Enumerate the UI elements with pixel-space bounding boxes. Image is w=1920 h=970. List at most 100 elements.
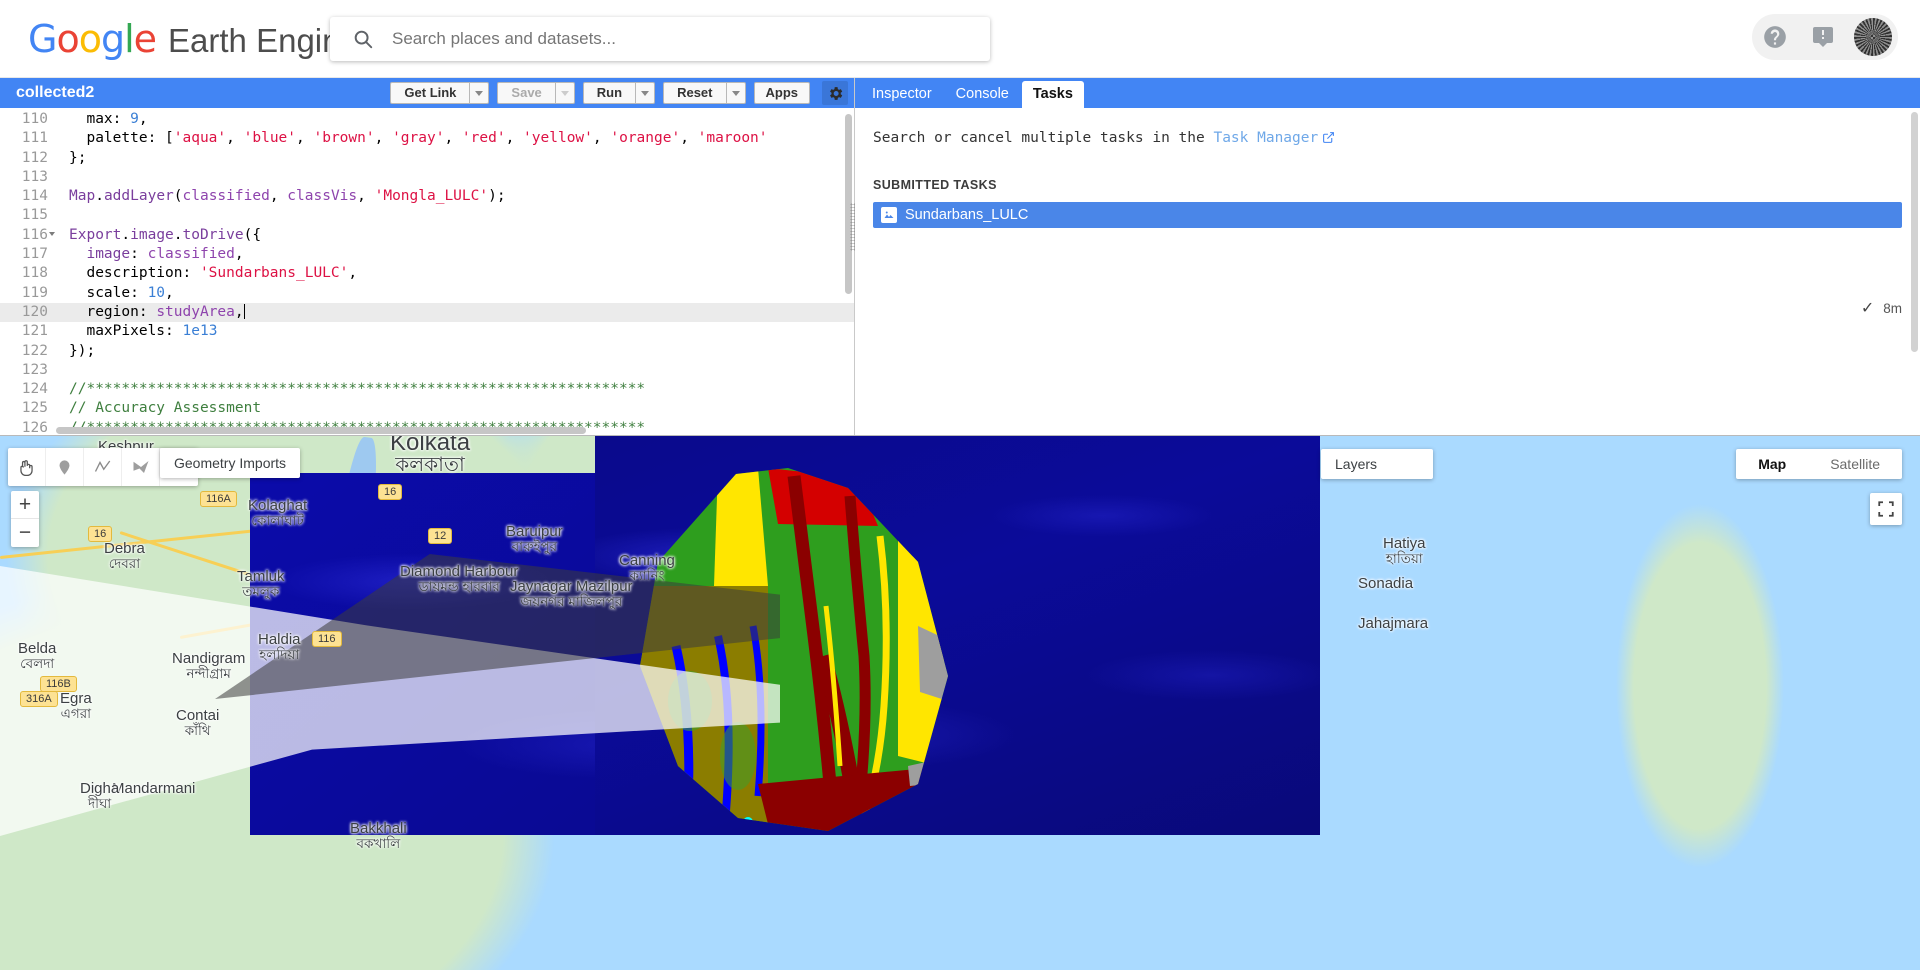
hand-pan-tool-icon[interactable] <box>8 448 46 486</box>
reset-dropdown-arrow[interactable] <box>726 82 746 104</box>
save-group: Save <box>497 82 575 104</box>
layers-button[interactable]: Layers <box>1321 449 1433 479</box>
line-number: 115 <box>21 207 48 224</box>
save-dropdown-arrow[interactable] <box>555 82 575 104</box>
code-text: palette: ['aqua', 'blue', 'brown', 'gray… <box>69 130 768 147</box>
line-number: 126 <box>21 419 48 436</box>
code-line[interactable]: 112}; <box>0 149 854 168</box>
line-number: 124 <box>21 381 48 398</box>
marker-tool-icon[interactable] <box>46 448 84 486</box>
task-manager-link[interactable]: Task Manager <box>1213 130 1318 146</box>
line-number: 118 <box>21 265 48 282</box>
code-text: scale: 10, <box>69 284 174 301</box>
tasks-note: Search or cancel multiple tasks in the T… <box>873 130 1902 148</box>
search-icon <box>352 28 374 50</box>
code-line[interactable]: 113 <box>0 168 854 187</box>
save-button[interactable]: Save <box>497 82 556 104</box>
external-link-icon <box>1322 131 1335 148</box>
get-link-button[interactable]: Get Link <box>390 82 471 104</box>
line-number: 116 <box>0 226 56 245</box>
app-header: Google Earth Engine <box>0 0 1920 78</box>
code-line[interactable]: 115 <box>0 206 854 225</box>
code-text: maxPixels: 1e13 <box>69 323 218 340</box>
code-line[interactable]: 124 //***********************************… <box>0 380 854 399</box>
fullscreen-icon[interactable] <box>1870 493 1902 525</box>
code-text: description: 'Sundarbans_LULC', <box>69 265 358 282</box>
code-text: // Accuracy Assessment <box>69 400 262 417</box>
help-icon[interactable] <box>1758 20 1792 54</box>
tab-tasks[interactable]: Tasks <box>1021 81 1084 108</box>
feedback-icon[interactable] <box>1806 20 1840 54</box>
line-number: 122 <box>21 342 48 359</box>
run-dropdown-arrow[interactable] <box>636 82 656 104</box>
user-avatar[interactable] <box>1854 18 1892 56</box>
line-number: 110 <box>21 111 48 127</box>
code-line[interactable]: 111 palette: ['aqua', 'blue', 'brown', '… <box>0 129 854 148</box>
code-lines[interactable]: 110 max: 9, 111 palette: ['aqua', 'blue',… <box>0 108 854 436</box>
task-name: Sundarbans_LULC <box>905 207 1029 223</box>
line-tool-icon[interactable] <box>84 448 122 486</box>
code-line[interactable]: 116 Export.image.toDrive({ <box>0 226 854 245</box>
gear-icon[interactable] <box>822 81 848 105</box>
code-line[interactable]: 120 region: studyArea, <box>0 302 854 323</box>
code-line[interactable]: 122}); <box>0 342 854 361</box>
task-status-group: ✓ 8m <box>1861 298 1902 318</box>
polygon-tool-icon[interactable] <box>122 448 160 486</box>
code-text: //**************************************… <box>69 381 646 398</box>
code-line[interactable]: 125 // Accuracy Assessment <box>0 399 854 418</box>
line-number: 111 <box>21 130 48 147</box>
code-text: Export.image.toDrive({ <box>69 226 262 243</box>
map-type-satellite[interactable]: Satellite <box>1808 449 1902 479</box>
console-pane: Inspector Console Tasks Search or cancel… <box>855 78 1920 441</box>
tasks-body: Search or cancel multiple tasks in the T… <box>855 108 1920 436</box>
road-shield-12: 12 <box>428 528 453 544</box>
console-tabs: Inspector Console Tasks <box>855 78 1920 108</box>
line-number: 113 <box>21 168 48 185</box>
line-number: 121 <box>21 323 48 340</box>
search-bar[interactable] <box>330 17 990 61</box>
code-line[interactable]: 121 maxPixels: 1e13 <box>0 322 854 341</box>
editor-horizontal-scrollbar[interactable] <box>56 427 586 434</box>
tab-console[interactable]: Console <box>945 81 1020 108</box>
code-editor-pane: collected2 Get Link Save Run Reset Apps <box>0 78 858 436</box>
zoom-in-button[interactable]: + <box>11 491 39 519</box>
road-shield-116: 116 <box>312 631 342 647</box>
apps-button[interactable]: Apps <box>753 82 810 104</box>
tab-inspector[interactable]: Inspector <box>861 81 943 108</box>
task-duration: 8m <box>1883 300 1902 316</box>
editor-toolbar: collected2 Get Link Save Run Reset Apps <box>0 78 854 108</box>
code-text: image: classified, <box>86 246 244 263</box>
search-input[interactable] <box>392 29 990 49</box>
run-button[interactable]: Run <box>582 82 637 104</box>
tasks-vertical-scrollbar[interactable] <box>1911 112 1918 352</box>
zoom-out-button[interactable]: − <box>11 519 39 547</box>
line-number: 123 <box>21 361 48 378</box>
submitted-tasks-label: SUBMITTED TASKS <box>873 178 997 192</box>
get-link-group: Get Link <box>390 82 490 104</box>
code-line[interactable]: 110 max: 9, <box>0 110 854 129</box>
apps-group: Apps <box>753 82 810 104</box>
map-type-map[interactable]: Map <box>1736 449 1808 479</box>
code-text: region: studyArea, <box>69 303 245 320</box>
map-type-switcher: Map Satellite <box>1736 449 1902 479</box>
code-line[interactable]: 118 description: 'Sundarbans_LULC', <box>0 264 854 283</box>
line-number: 112 <box>21 149 48 166</box>
road-shield-316A: 316A <box>20 691 58 707</box>
reset-button[interactable]: Reset <box>663 82 727 104</box>
script-name: collected2 <box>16 84 95 101</box>
code-text: }; <box>69 149 87 166</box>
code-line[interactable]: 114 Map.addLayer(classified, classVis, 'M… <box>0 187 854 206</box>
line-number: 119 <box>21 284 48 301</box>
map-canvas[interactable]: Kolkata কলকাতা Keshpur Kolaghat কোলাঘাট Barui… <box>0 436 1920 970</box>
geometry-imports-button[interactable]: Geometry Imports <box>160 448 301 478</box>
app-logo[interactable]: Google Earth Engine <box>28 17 359 61</box>
code-line[interactable]: 117 image: classified, <box>0 245 854 264</box>
table-row[interactable]: Sundarbans_LULC <box>873 202 1902 228</box>
code-line[interactable]: 119 scale: 10, <box>0 284 854 303</box>
header-actions <box>1752 14 1898 60</box>
code-line[interactable]: 123 <box>0 361 854 380</box>
line-number: 125 <box>21 400 48 417</box>
code-area[interactable]: 110 max: 9, 111 palette: ['aqua', 'blue',… <box>0 108 854 436</box>
get-link-dropdown-arrow[interactable] <box>470 82 490 104</box>
